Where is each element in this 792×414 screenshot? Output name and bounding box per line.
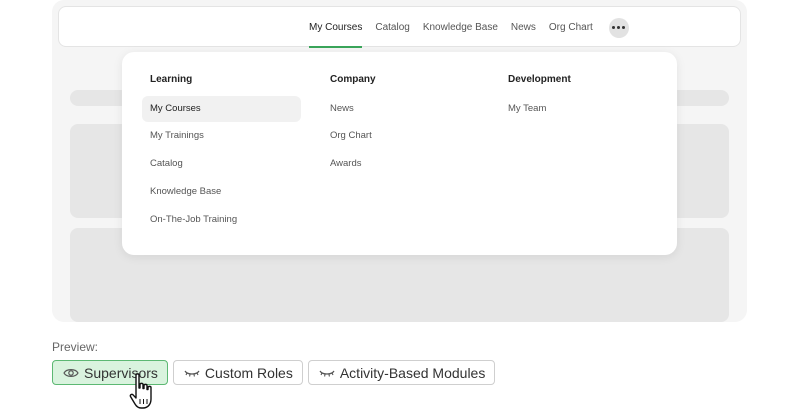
menu-column-title: Development <box>508 74 571 85</box>
mega-menu-dropdown: Learning My Courses My Trainings Catalog… <box>122 52 677 255</box>
chip-label: Custom Roles <box>204 364 293 381</box>
nav-item-org-chart[interactable]: Org Chart <box>549 7 593 48</box>
nav-item-catalog[interactable]: Catalog <box>375 7 409 48</box>
top-navigation: My Courses Catalog Knowledge Base News O… <box>58 6 741 48</box>
menu-link-on-the-job-training[interactable]: On-The-Job Training <box>142 207 301 233</box>
chip-label: Activity-Based Modules <box>339 364 486 381</box>
chip-custom-roles[interactable]: Custom Roles <box>172 360 303 385</box>
menu-column-title: Company <box>330 74 376 85</box>
menu-link-my-trainings[interactable]: My Trainings <box>142 123 301 149</box>
menu-link-my-courses[interactable]: My Courses <box>142 96 301 122</box>
menu-link-awards[interactable]: Awards <box>322 151 481 177</box>
menu-link-org-chart[interactable]: Org Chart <box>322 123 481 149</box>
menu-link-news[interactable]: News <box>322 96 481 122</box>
more-menu-button[interactable] <box>608 17 629 38</box>
ellipsis-icon <box>612 26 616 29</box>
eye-closed-icon <box>319 370 335 377</box>
chip-activity-based-modules[interactable]: Activity-Based Modules <box>307 360 496 385</box>
menu-link-catalog[interactable]: Catalog <box>142 151 301 177</box>
eye-open-icon <box>63 368 79 377</box>
eye-closed-icon <box>184 370 200 377</box>
nav-item-news[interactable]: News <box>511 7 536 48</box>
preview-label: Preview: <box>52 340 99 354</box>
preview-chips: Supervisors Custom Roles Activity-Based … <box>52 360 500 385</box>
nav-items: My Courses Catalog Knowledge Base News O… <box>309 7 629 48</box>
nav-item-my-courses[interactable]: My Courses <box>309 7 363 48</box>
nav-item-knowledge-base[interactable]: Knowledge Base <box>423 7 498 48</box>
menu-link-my-team[interactable]: My Team <box>500 96 659 122</box>
menu-link-knowledge-base[interactable]: Knowledge Base <box>142 179 301 205</box>
menu-column-title: Learning <box>150 74 193 85</box>
hand-pointer-cursor-icon <box>129 373 152 409</box>
